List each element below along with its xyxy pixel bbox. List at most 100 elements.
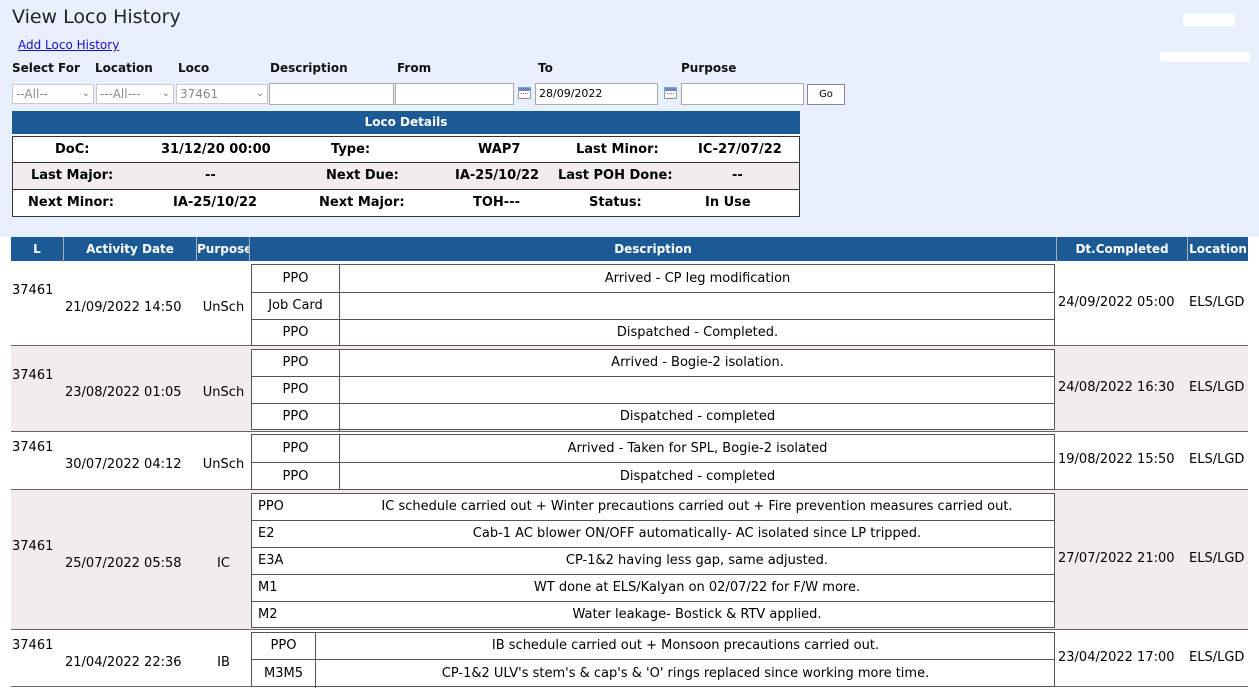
header-blank-area xyxy=(1183,14,1235,26)
description-item: E2 Cab-1 AC blower ON/OFF automatically- … xyxy=(252,521,1054,548)
description-code: Job Card xyxy=(252,293,340,319)
status-value: In Use xyxy=(705,195,751,210)
description-text: Cab-1 AC blower ON/OFF automatically- AC… xyxy=(472,526,922,541)
filter-panel: View Loco History Add Loco History Selec… xyxy=(0,0,1259,237)
activity-date-cell: 21/09/2022 14:50 xyxy=(65,300,182,315)
loco-details-panel: Loco Details DoC: 31/12/20 00:00 Type: W… xyxy=(12,111,800,217)
loco-details-title: Loco Details xyxy=(12,111,800,134)
description-code: PPO xyxy=(252,377,340,403)
next-major-label: Next Major: xyxy=(319,195,405,210)
description-text: Dispatched - completed xyxy=(619,409,776,424)
description-text: WT done at ELS/Kalyan on 02/07/22 for F/… xyxy=(533,580,861,595)
page-title: View Loco History xyxy=(12,6,181,28)
description-item: M2 Water leakage- Bostick & RTV applied. xyxy=(252,602,1054,629)
activity-date-cell: 25/07/2022 05:58 xyxy=(65,556,182,571)
location-dropdown[interactable]: ---All--- ⌄ xyxy=(96,84,174,104)
description-item: PPO xyxy=(252,377,1054,404)
description-text xyxy=(341,293,1054,319)
next-due-value: IA-25/10/22 xyxy=(455,168,540,183)
to-label: To xyxy=(538,61,553,75)
description-text xyxy=(341,377,1054,403)
description-text: Water leakage- Bostick & RTV applied. xyxy=(572,607,822,622)
description-code: PPO xyxy=(252,265,340,292)
description-code: PPO xyxy=(252,463,340,491)
loco-number-cell: 37461 xyxy=(12,283,54,298)
type-value: WAP7 xyxy=(478,142,521,157)
last-minor-value: IC-27/07/22 xyxy=(698,142,782,157)
loco-number-cell: 37461 xyxy=(12,440,54,455)
description-text: Arrived - Bogie-2 isolation. xyxy=(611,355,784,370)
completed-date-cell: 24/09/2022 05:00 xyxy=(1058,295,1175,310)
next-major-value: TOH--- xyxy=(473,195,520,210)
description-code: PPO xyxy=(252,404,340,431)
description-item: M1 WT done at ELS/Kalyan on 02/07/22 for … xyxy=(252,575,1054,602)
column-header-purpose: Purpose xyxy=(197,237,249,261)
completed-date-cell: 27/07/2022 21:00 xyxy=(1058,551,1175,566)
purpose-cell: UnSch xyxy=(202,300,245,315)
description-code: E3A xyxy=(258,553,284,568)
next-minor-label: Next Minor: xyxy=(28,195,115,210)
add-loco-history-link[interactable]: Add Loco History xyxy=(18,38,119,52)
loco-label: Loco xyxy=(178,61,210,75)
chevron-down-icon: ⌄ xyxy=(81,88,90,99)
loco-value: 37461 xyxy=(180,87,219,101)
chevron-down-icon: ⌄ xyxy=(255,88,264,99)
completed-date-cell: 23/04/2022 17:00 xyxy=(1058,649,1175,665)
description-code: E2 xyxy=(258,526,275,541)
column-header-description: Description xyxy=(250,237,1056,261)
doc-label: DoC: xyxy=(55,142,90,157)
description-item: E3A CP-1&2 having less gap, same adjusted… xyxy=(252,548,1054,575)
description-text: Arrived - CP leg modification xyxy=(604,271,791,286)
location-cell: ELS/LGD xyxy=(1189,452,1245,467)
description-code: PPO xyxy=(258,499,284,514)
description-input[interactable] xyxy=(269,83,394,105)
last-poh-value: -- xyxy=(732,168,743,183)
loco-dropdown[interactable]: 37461 ⌄ xyxy=(176,84,268,104)
description-subtable: PPO Arrived - Bogie-2 isolation. PPO PPO Dis… xyxy=(251,349,1055,431)
purpose-cell: IC xyxy=(217,556,230,571)
purpose-cell: UnSch xyxy=(202,457,245,472)
next-minor-value: IA-25/10/22 xyxy=(173,195,258,210)
to-calendar-icon[interactable] xyxy=(664,87,677,99)
loco-details-row: DoC: 31/12/20 00:00 Type: WAP7 Last Mino… xyxy=(12,136,800,164)
last-major-value: -- xyxy=(205,168,216,183)
description-item: PPO IB schedule carried out + Monsoon pre… xyxy=(252,633,1054,660)
purpose-input[interactable] xyxy=(681,83,804,105)
from-date-input[interactable] xyxy=(395,83,514,105)
location-value: ---All--- xyxy=(100,87,141,101)
last-major-label: Last Major: xyxy=(31,168,114,183)
purpose-cell: UnSch xyxy=(202,385,245,400)
to-date-input[interactable]: 28/09/2022 xyxy=(535,83,658,105)
loco-details-row: Last Major: -- Next Due: IA-25/10/22 Las… xyxy=(12,162,800,190)
location-cell: ELS/LGD xyxy=(1189,380,1245,395)
purpose-cell: IB xyxy=(217,654,230,670)
select-for-value: --All-- xyxy=(16,87,48,101)
column-header-dt-completed: Dt.Completed xyxy=(1057,237,1187,261)
doc-value: 31/12/20 00:00 xyxy=(161,142,271,157)
description-item: PPO Dispatched - completed xyxy=(252,463,1054,491)
description-item: PPO Dispatched - Completed. xyxy=(252,320,1054,347)
description-code: PPO xyxy=(252,435,340,462)
purpose-label: Purpose xyxy=(681,61,737,75)
go-button[interactable]: Go xyxy=(807,84,845,105)
completed-date-cell: 24/08/2022 16:30 xyxy=(1058,380,1175,395)
description-label: Description xyxy=(270,61,348,75)
location-cell: ELS/LGD xyxy=(1189,551,1245,566)
last-poh-label: Last POH Done: xyxy=(558,168,673,183)
description-code: M1 xyxy=(258,580,278,595)
description-code: PPO xyxy=(252,633,316,659)
loco-number-cell: 37461 xyxy=(12,539,54,554)
last-minor-label: Last Minor: xyxy=(576,142,659,157)
completed-date-cell: 19/08/2022 15:50 xyxy=(1058,452,1175,467)
description-code: PPO xyxy=(252,350,340,376)
description-text: IC schedule carried out + Winter precaut… xyxy=(381,499,1013,514)
description-code: PPO xyxy=(252,320,340,347)
description-text: Dispatched - Completed. xyxy=(616,325,779,340)
description-item: M3M5 CP-1&2 ULV's stem's & cap's & 'O' ri… xyxy=(252,660,1054,688)
activity-date-cell: 30/07/2022 04:12 xyxy=(65,457,182,472)
description-text: IB schedule carried out + Monsoon precau… xyxy=(491,638,880,653)
from-calendar-icon[interactable] xyxy=(518,87,531,99)
description-code: M3M5 xyxy=(252,660,316,688)
select-for-dropdown[interactable]: --All-- ⌄ xyxy=(12,84,94,104)
select-for-label: Select For xyxy=(12,61,80,75)
